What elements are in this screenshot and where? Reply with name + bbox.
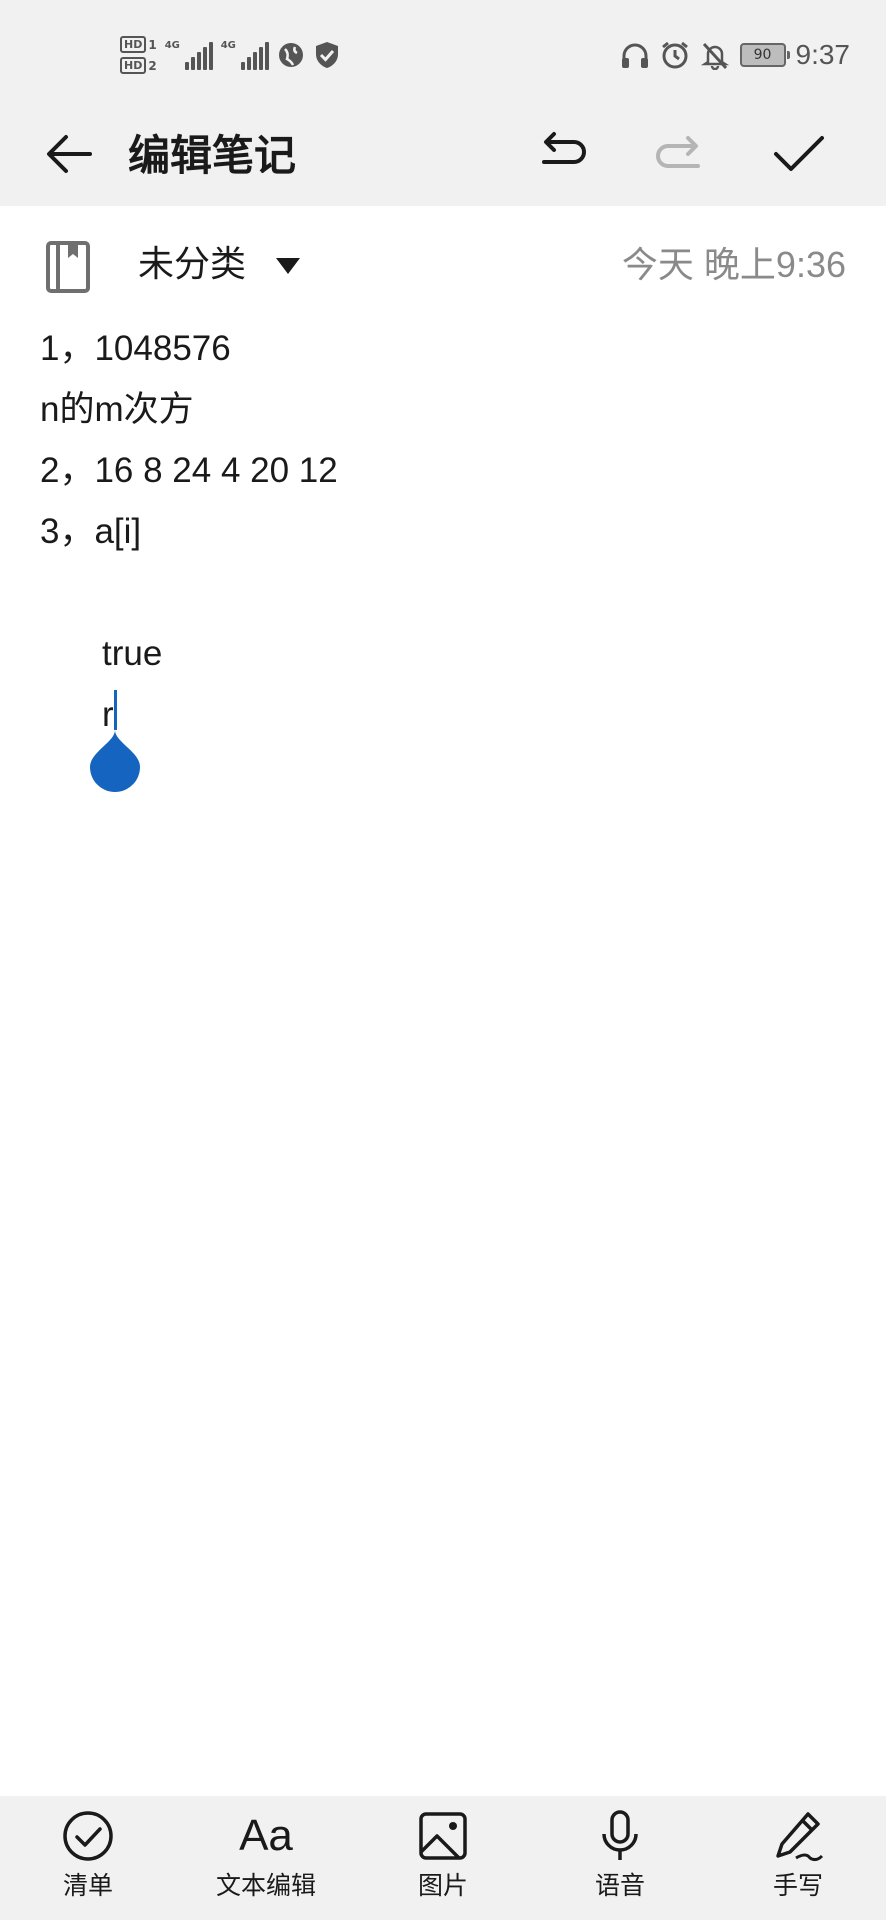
checklist-label: 清单 (62, 1871, 113, 1900)
image-button[interactable]: 图片 (373, 1808, 513, 1918)
confirm-check-icon[interactable] (768, 124, 828, 184)
text-format-icon: Aa (239, 1811, 293, 1860)
image-icon (419, 1812, 467, 1860)
page-title: 编辑笔记 (128, 131, 297, 180)
note-line[interactable]: 2，16 8 24 4 20 12 (40, 440, 846, 501)
browser-globe-icon (278, 43, 303, 67)
note-line[interactable]: r (40, 684, 846, 745)
app-bar: 编辑笔记 (0, 106, 886, 206)
handwriting-button[interactable]: 手写 (728, 1808, 868, 1918)
clock: 9:37 (795, 39, 851, 70)
sim-slot: 2 (148, 58, 157, 73)
hd-label: HD (120, 36, 147, 53)
redo-icon[interactable] (650, 124, 710, 184)
text-edit-label: 文本编辑 (215, 1871, 316, 1900)
hd-badges: HD 1 HD 2 (120, 36, 157, 74)
voice-label: 语音 (594, 1871, 645, 1900)
network-type: 4G (164, 40, 180, 51)
signal-icon-sim2: 4G (221, 40, 269, 70)
signal-icon-sim1: 4G (165, 40, 213, 70)
note-line[interactable] (40, 562, 846, 623)
hd-badge-sim1: HD 1 (120, 36, 157, 53)
battery-level: 90 (753, 47, 772, 63)
note-line[interactable]: 3，a[i] (40, 501, 846, 562)
text-edit-button[interactable]: Aa 文本编辑 (196, 1808, 336, 1918)
sim-slot: 1 (148, 37, 157, 52)
checklist-button[interactable]: 清单 (18, 1808, 158, 1918)
alarm-icon (661, 41, 688, 69)
undo-icon[interactable] (532, 124, 592, 184)
note-line[interactable]: 1，1048576 (40, 318, 846, 379)
category-dropdown-caret-icon[interactable] (276, 258, 300, 274)
security-shield-icon (315, 42, 338, 68)
pen-icon (776, 1812, 824, 1862)
network-type: 4G (220, 40, 236, 51)
back-arrow-icon[interactable] (40, 124, 100, 184)
headphones-icon (621, 43, 648, 68)
image-label: 图片 (417, 1871, 468, 1900)
status-left: HD 1 HD 2 4G 4G (120, 30, 341, 80)
status-bar: HD 1 HD 2 4G 4G 90 9:37 (0, 0, 886, 106)
note-timestamp: 今天 晚上9:36 (621, 244, 846, 285)
note-line[interactable]: true (40, 623, 846, 684)
voice-button[interactable]: 语音 (550, 1808, 690, 1918)
mute-bell-icon (700, 42, 729, 70)
note-editor[interactable]: 1，1048576 n的m次方 2，16 8 24 4 20 12 3，a[i]… (40, 318, 846, 745)
checklist-icon (63, 1811, 113, 1861)
handwriting-label: 手写 (772, 1871, 823, 1900)
battery-icon: 90 (739, 43, 790, 67)
text-cursor (114, 690, 117, 730)
category-selector[interactable]: 未分类 (138, 242, 246, 288)
note-line[interactable]: n的m次方 (40, 379, 846, 440)
status-right: 90 9:37 (620, 30, 851, 80)
microphone-icon (602, 1810, 638, 1860)
hd-label: HD (120, 57, 147, 74)
hd-badge-sim2: HD 2 (120, 57, 157, 74)
bottom-toolbar: 清单 Aa 文本编辑 图片 语音 手写 (0, 1796, 886, 1920)
note-meta-row: 未分类 今天 晚上9:36 (0, 230, 886, 300)
cursor-drag-handle[interactable] (90, 730, 140, 792)
notebook-icon[interactable] (44, 240, 94, 294)
